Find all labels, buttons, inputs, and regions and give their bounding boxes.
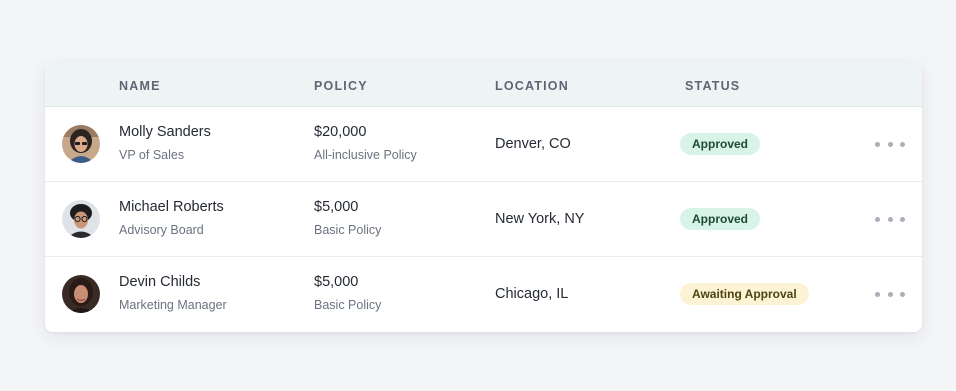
person-name[interactable]: Michael Roberts	[119, 199, 224, 215]
policy-type: All-inclusive Policy	[314, 148, 417, 162]
avatar	[62, 200, 100, 238]
avatar	[62, 275, 100, 313]
policy-amount: $20,000	[314, 124, 367, 140]
status-badge: Awaiting Approval	[680, 283, 809, 305]
location: Denver, CO	[495, 136, 571, 152]
policy-type: Basic Policy	[314, 223, 382, 237]
table-row[interactable]: Devin Childs Marketing Manager $5,000 Ba…	[45, 257, 922, 332]
person-title: VP of Sales	[119, 148, 185, 162]
location: New York, NY	[495, 211, 585, 227]
more-horizontal-icon	[875, 141, 880, 147]
status-badge: Approved	[680, 133, 761, 155]
status-badge: Approved	[680, 208, 761, 230]
person-title: Advisory Board	[119, 223, 204, 237]
policy-amount: $5,000	[314, 274, 359, 290]
table-row[interactable]: Molly Sanders VP of Sales $20,000 All-in…	[45, 107, 922, 182]
column-header-policy[interactable]: POLICY	[314, 79, 368, 93]
person-name[interactable]: Devin Childs	[119, 274, 200, 290]
location: Chicago, IL	[495, 286, 569, 302]
more-options-button[interactable]	[875, 137, 905, 151]
policy-type: Basic Policy	[314, 298, 382, 312]
person-name[interactable]: Molly Sanders	[119, 124, 211, 140]
person-title: Marketing Manager	[119, 298, 227, 312]
avatar	[62, 125, 100, 163]
more-options-button[interactable]	[875, 212, 905, 226]
more-options-button[interactable]	[875, 287, 905, 301]
column-header-location[interactable]: LOCATION	[495, 79, 569, 93]
table-row[interactable]: Michael Roberts Advisory Board $5,000 Ba…	[45, 182, 922, 257]
more-horizontal-icon	[875, 216, 880, 222]
column-header-status[interactable]: STATUS	[685, 79, 740, 93]
policy-amount: $5,000	[314, 199, 359, 215]
table-header: NAME POLICY LOCATION STATUS	[45, 62, 922, 107]
more-horizontal-icon	[875, 291, 880, 297]
policy-table: NAME POLICY LOCATION STATUS Molly Sander…	[45, 62, 922, 332]
column-header-name[interactable]: NAME	[119, 79, 161, 93]
